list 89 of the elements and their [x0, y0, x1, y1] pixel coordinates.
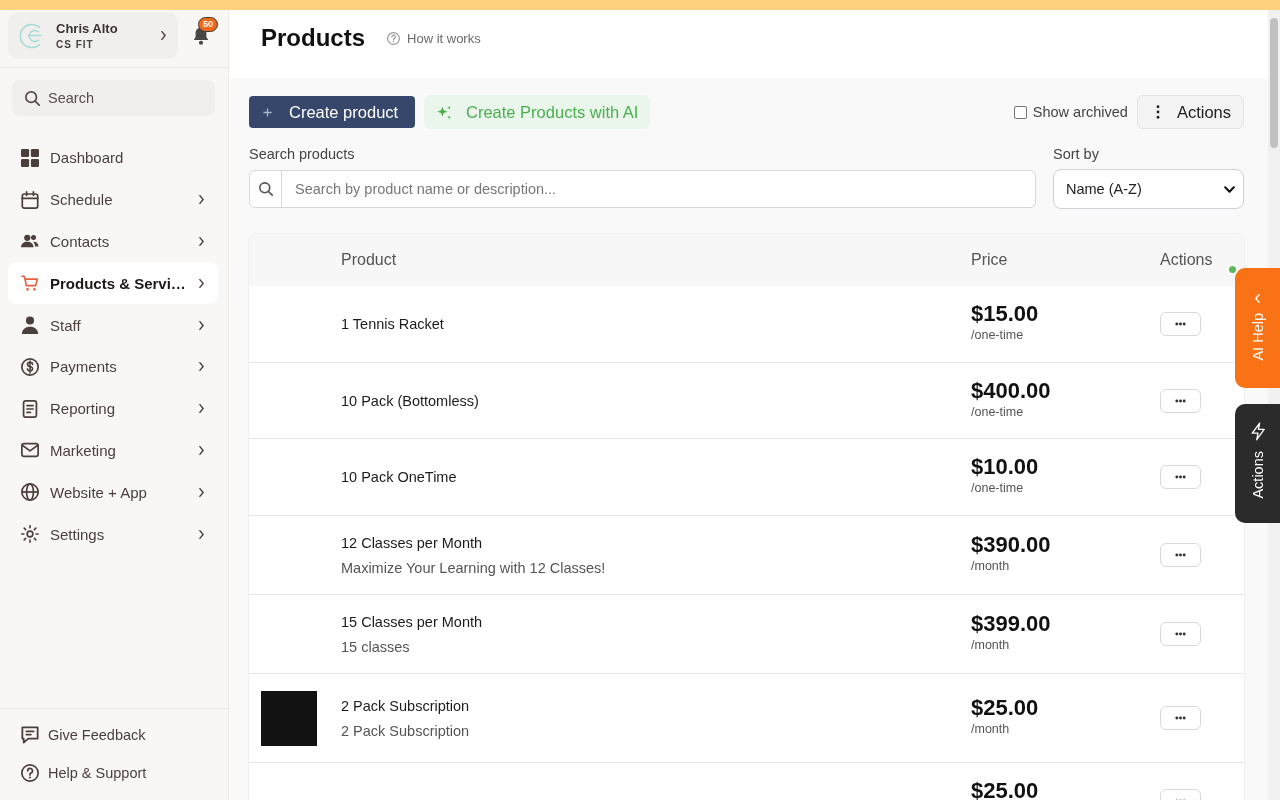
- nav-item[interactable]: Products & Servi…: [8, 262, 218, 305]
- globe-icon: [21, 483, 39, 502]
- show-archived-checkbox[interactable]: [1013, 105, 1027, 119]
- chevron-down-icon: [1224, 185, 1235, 193]
- price-period: /month: [971, 638, 1010, 653]
- column-header: Price: [971, 251, 1008, 268]
- product-search-field[interactable]: Search by product name or description...: [249, 170, 1036, 208]
- price-period: /one-time: [971, 404, 1024, 419]
- sidebar-footer-link[interactable]: Give Feedback: [0, 716, 228, 754]
- nav-item[interactable]: Settings: [8, 513, 218, 555]
- nav-item[interactable]: Staff: [8, 304, 218, 346]
- person-icon: [21, 316, 39, 335]
- product-price: $25.00: [971, 695, 1039, 721]
- sort-select[interactable]: Name (A-Z): [1053, 169, 1244, 209]
- nav-item[interactable]: Website + App: [8, 471, 218, 514]
- product-price: $390.00: [971, 532, 1051, 558]
- logo-icon: [19, 21, 45, 50]
- scrollbar-thumb[interactable]: [1270, 18, 1278, 148]
- nav-item[interactable]: Marketing: [8, 429, 218, 472]
- nav-item[interactable]: Schedule: [8, 178, 218, 221]
- row-actions-button[interactable]: [1160, 706, 1201, 731]
- product-description: 2 Pack Subscription: [341, 722, 470, 739]
- search-icon: [258, 182, 273, 196]
- ellipsis-icon: [1175, 632, 1186, 637]
- account-name: Chris Alto: [56, 21, 119, 36]
- chevron-left-icon: [1255, 294, 1260, 303]
- search-products-label: Search products: [249, 145, 356, 163]
- product-name: 10 Pack OneTime: [341, 469, 457, 486]
- ellipsis-icon: [1175, 475, 1186, 480]
- product-price: $25.00: [971, 777, 1039, 800]
- product-name: 12 Classes per Month: [341, 534, 483, 551]
- plus-icon: [263, 107, 272, 117]
- ellipsis-icon: [1175, 716, 1186, 721]
- product-description: Maximize Your Learning with 12 Classes!: [341, 559, 606, 576]
- product-price: $15.00: [971, 300, 1039, 326]
- ellipsis-icon: [1175, 321, 1186, 326]
- notification-badge: 50: [198, 17, 218, 32]
- product-name: 2 Pack Subscription: [341, 697, 470, 714]
- grid-icon: [21, 148, 39, 167]
- row-actions-button[interactable]: [1160, 388, 1201, 413]
- price-period: /month: [971, 722, 1010, 737]
- ellipsis-icon: [1175, 398, 1186, 403]
- price-period: /one-time: [971, 327, 1024, 342]
- product-name: 1 Tennis Racket: [341, 315, 444, 332]
- help-icon: [387, 31, 400, 45]
- lightning-icon: [1250, 422, 1265, 441]
- help-icon: [21, 764, 39, 782]
- sort-by-label: Sort by: [1053, 145, 1100, 163]
- how-it-works-link[interactable]: How it works: [407, 30, 481, 46]
- chevron-right-icon: [161, 31, 166, 40]
- nav-item[interactable]: Dashboard: [8, 137, 218, 179]
- column-header: Actions: [1160, 251, 1213, 268]
- row-actions-button[interactable]: [1160, 311, 1201, 336]
- envelope-icon: [21, 441, 39, 460]
- nav-item[interactable]: Reporting: [8, 387, 218, 430]
- document-icon: [21, 399, 39, 418]
- product-description: 15 classes: [341, 638, 410, 655]
- product-name: 10 Pack (Bottomless): [341, 392, 479, 409]
- ellipsis-icon: [1175, 553, 1186, 558]
- settings-icon: [21, 525, 39, 544]
- price-period: /month: [971, 559, 1010, 574]
- nav-item[interactable]: Contacts: [8, 220, 218, 263]
- row-actions-button[interactable]: [1160, 622, 1201, 647]
- organization-name: CS FIT: [56, 39, 95, 50]
- chat-bubble-icon: [21, 726, 39, 744]
- product-price: $399.00: [971, 611, 1051, 637]
- actions-button[interactable]: Actions: [1136, 95, 1244, 129]
- calendar-icon: [21, 190, 39, 209]
- product-price: $10.00: [971, 454, 1039, 480]
- cart-icon: [21, 274, 39, 293]
- row-actions-button[interactable]: [1160, 543, 1201, 568]
- row-actions-button[interactable]: [1160, 465, 1201, 490]
- product-price: $400.00: [971, 377, 1051, 403]
- sidebar-search-field[interactable]: Search: [12, 80, 215, 116]
- actions-tab[interactable]: Actions: [1235, 404, 1280, 523]
- dollar-coin-icon: [21, 357, 39, 376]
- status-dot-icon: [1227, 264, 1238, 275]
- price-period: /one-time: [971, 481, 1024, 496]
- create-product-button[interactable]: Create product: [249, 96, 415, 128]
- nav-item[interactable]: Payments: [8, 346, 218, 388]
- page-title: Products: [261, 24, 365, 52]
- sidebar-footer-link[interactable]: Help & Support: [0, 754, 228, 792]
- account-switcher[interactable]: Chris Alto CS FIT: [8, 12, 178, 59]
- show-archived-label: Show archived: [1032, 104, 1128, 120]
- column-header: Product: [341, 251, 397, 268]
- search-icon: [25, 90, 40, 106]
- product-name: 15 Classes per Month: [341, 613, 483, 630]
- more-vertical-icon: [1155, 105, 1160, 119]
- sparkle-icon: [437, 104, 452, 120]
